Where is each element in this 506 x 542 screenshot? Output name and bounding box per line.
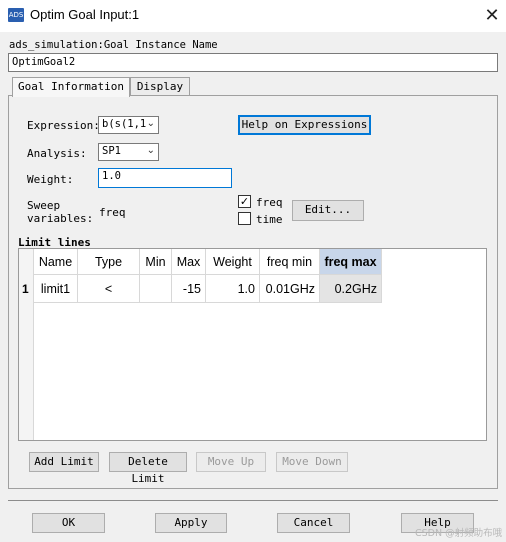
time-checkbox-label: time xyxy=(256,213,283,226)
weight-input[interactable]: 1.0 xyxy=(98,168,232,188)
expression-combo[interactable]: b(s(1,1 ⌄ xyxy=(98,116,159,134)
move-down-button[interactable]: Move Down xyxy=(276,452,348,472)
column-header-max[interactable]: Max xyxy=(172,249,206,275)
expression-label: Expression: xyxy=(27,119,100,132)
ok-button[interactable]: OK xyxy=(32,513,105,533)
close-icon[interactable]: ✕ xyxy=(478,2,506,30)
tab-goal-information[interactable]: Goal Information xyxy=(12,77,130,97)
column-header-type[interactable]: Type xyxy=(78,249,140,275)
column-header-name[interactable]: Name xyxy=(34,249,78,275)
table-cell-freq-min[interactable]: 0.01GHz xyxy=(260,275,320,303)
column-header-min[interactable]: Min xyxy=(140,249,172,275)
table-cell-type[interactable]: < xyxy=(78,275,140,303)
ads-app-icon: ADS xyxy=(8,8,24,22)
window-title: Optim Goal Input:1 xyxy=(30,7,140,22)
edit-sweep-button[interactable]: Edit... xyxy=(292,200,364,221)
help-on-expressions-button[interactable]: Help on Expressions xyxy=(238,115,371,135)
table-cell-freq-max[interactable]: 0.2GHz xyxy=(320,275,382,303)
apply-button[interactable]: Apply xyxy=(155,513,227,533)
table-cell-max[interactable]: -15 xyxy=(172,275,206,303)
column-header-weight[interactable]: Weight xyxy=(206,249,260,275)
move-up-button[interactable]: Move Up xyxy=(196,452,266,472)
add-limit-button[interactable]: Add Limit xyxy=(29,452,99,472)
analysis-value: SP1 xyxy=(102,145,121,157)
expression-value: b(s(1,1 xyxy=(102,118,147,130)
freq-checkbox[interactable]: ✓ xyxy=(238,195,251,208)
weight-value: 1.0 xyxy=(102,170,121,182)
footer-separator xyxy=(8,500,498,501)
sweep-label-line1: Sweep xyxy=(27,199,61,212)
delete-limit-button[interactable]: Delete Limit xyxy=(109,452,187,485)
time-checkbox[interactable] xyxy=(238,212,251,225)
sweep-label-line2: variables: xyxy=(27,212,94,225)
chevron-down-icon: ⌄ xyxy=(146,118,155,129)
cancel-button[interactable]: Cancel xyxy=(277,513,350,533)
instance-name-input[interactable]: OptimGoal2 xyxy=(8,53,498,72)
tab-display[interactable]: Display xyxy=(130,77,190,96)
table-cell-name[interactable]: limit1 xyxy=(34,275,78,303)
analysis-combo[interactable]: SP1 ⌄ xyxy=(98,143,159,161)
analysis-label: Analysis: xyxy=(27,147,87,160)
chevron-down-icon: ⌄ xyxy=(146,145,155,156)
sweep-variables-value: freq xyxy=(99,206,126,219)
instance-name-label: ads_simulation:Goal Instance Name xyxy=(9,39,218,51)
freq-checkbox-label: freq xyxy=(256,196,283,209)
weight-label: Weight: xyxy=(27,173,74,186)
check-icon: ✓ xyxy=(239,195,250,208)
column-header-freq-max[interactable]: freq max xyxy=(320,249,382,275)
row-index: 1 xyxy=(22,282,29,296)
column-header-freq-min[interactable]: freq min xyxy=(260,249,320,275)
table-cell-weight[interactable]: 1.0 xyxy=(206,275,260,303)
watermark: CSDN @射频助布哦 xyxy=(415,528,503,539)
table-cell-min[interactable] xyxy=(140,275,172,303)
